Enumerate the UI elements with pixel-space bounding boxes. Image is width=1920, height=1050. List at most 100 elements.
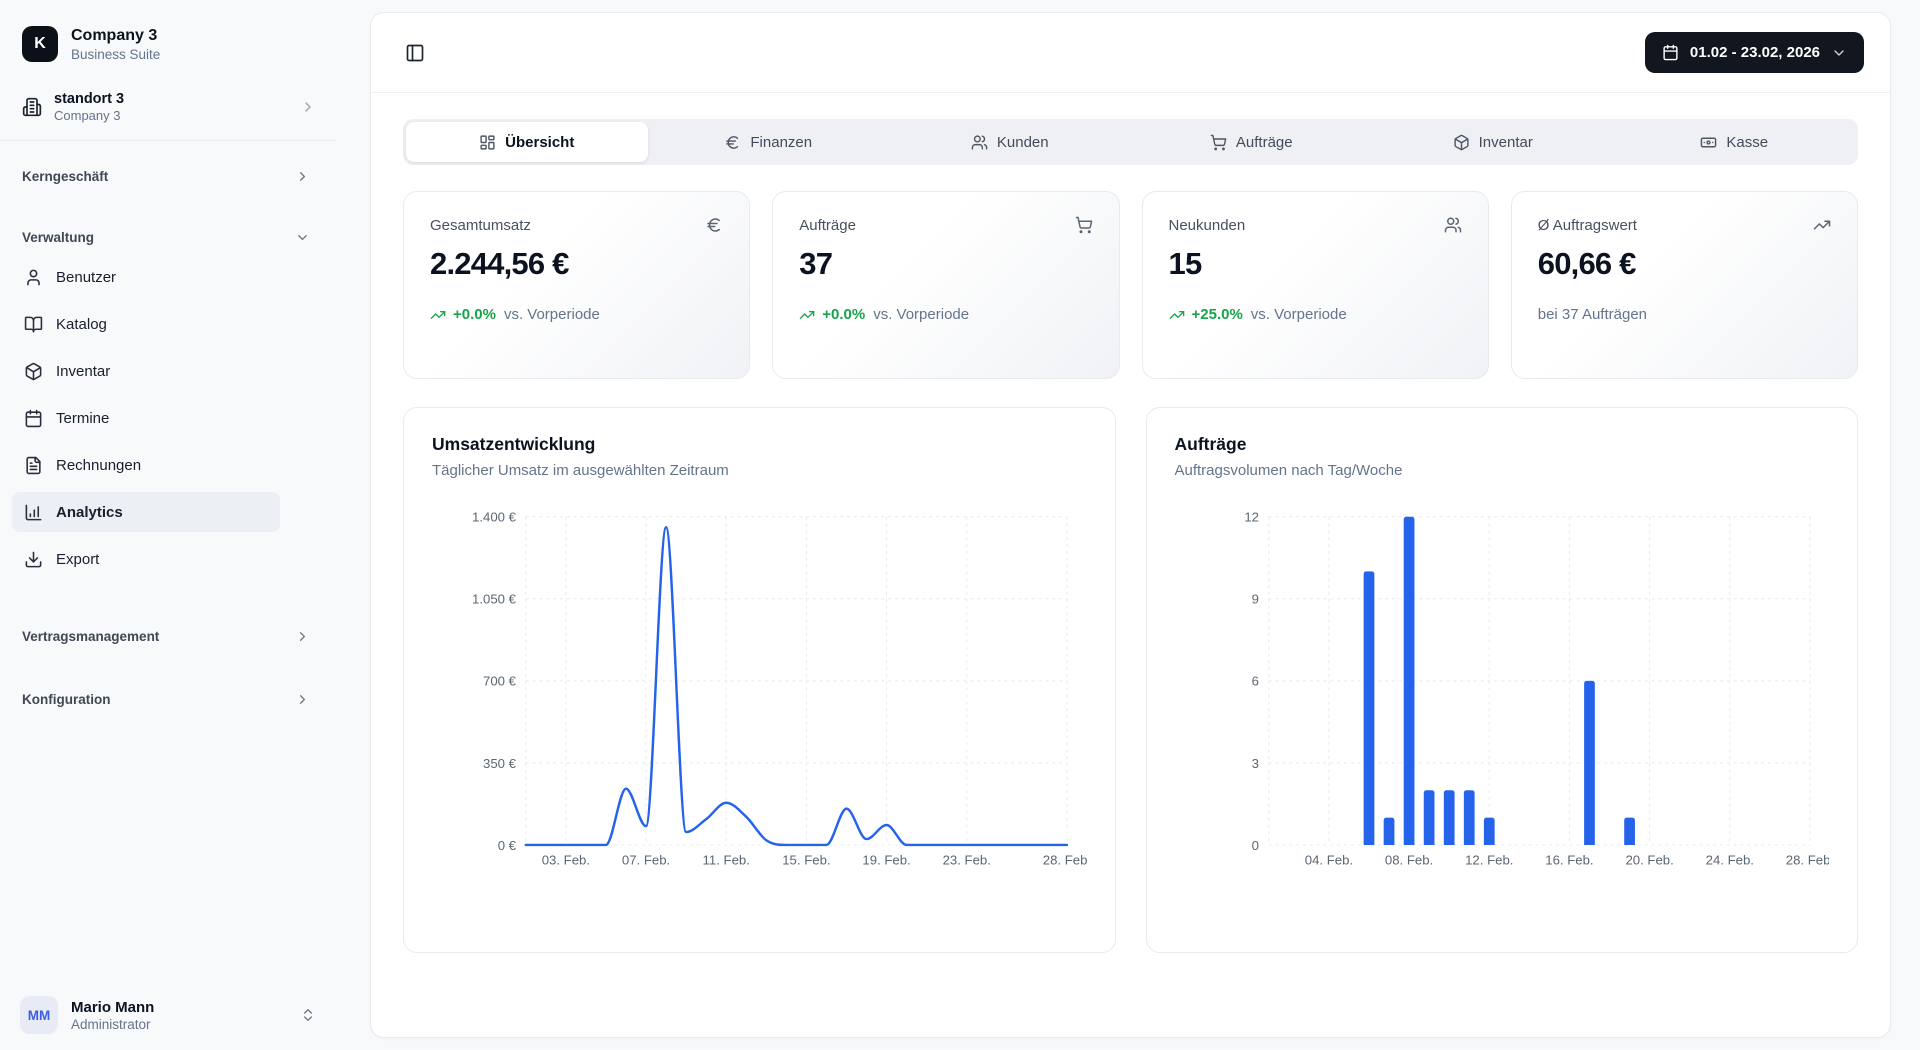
bar	[1403, 517, 1414, 845]
svg-text:3: 3	[1251, 756, 1258, 771]
sidebar-item-katalog[interactable]: Katalog	[12, 304, 280, 344]
svg-text:28. Feb.: 28. Feb.	[1043, 852, 1087, 867]
dashboard-grid-icon	[479, 134, 496, 151]
kpi-value: 37	[799, 246, 1092, 282]
bar	[1363, 571, 1374, 845]
svg-text:0 €: 0 €	[498, 838, 517, 853]
sidebar-item-termine[interactable]: Termine	[12, 398, 280, 438]
kpi-card-neukunden: Neukunden 15 +25.0% vs. Vorperiode	[1142, 191, 1489, 379]
topbar: 01.02 - 23.02, 2026	[371, 13, 1890, 93]
kpi-delta: +0.0%	[430, 306, 496, 323]
sidebar-group-konfiguration[interactable]: Konfiguration	[22, 692, 310, 707]
euro-icon	[724, 134, 741, 151]
sidebar-item-analytics[interactable]: Analytics	[12, 492, 280, 532]
chart-subtitle: Auftragsvolumen nach Tag/Woche	[1175, 462, 1830, 479]
group-label: Verwaltung	[22, 230, 94, 245]
kpi-delta: +25.0%	[1169, 306, 1243, 323]
kpi-delta-note: vs. Vorperiode	[873, 306, 969, 323]
building-icon	[22, 97, 42, 117]
svg-text:1.400 €: 1.400 €	[472, 510, 517, 525]
group-label: Konfiguration	[22, 692, 110, 707]
svg-text:6: 6	[1251, 674, 1258, 689]
sidebar-item-benutzer[interactable]: Benutzer	[12, 257, 280, 297]
tab-uebersicht[interactable]: Übersicht	[406, 122, 648, 162]
panel-left-icon	[405, 43, 425, 63]
svg-text:11. Feb.: 11. Feb.	[703, 852, 750, 867]
tab-finanzen[interactable]: Finanzen	[648, 122, 890, 162]
location-switcher[interactable]: standort 3 Company 3	[22, 84, 316, 130]
tab-label: Aufträge	[1236, 134, 1293, 151]
svg-text:07. Feb.: 07. Feb.	[622, 852, 670, 867]
sidebar-nav: Benutzer Katalog Inventar Termine Rechnu…	[12, 257, 280, 579]
svg-text:350 €: 350 €	[483, 756, 517, 771]
tab-auftraege[interactable]: Aufträge	[1131, 122, 1373, 162]
user-icon	[24, 268, 43, 287]
nav-label: Rechnungen	[56, 457, 141, 474]
tab-bar: Übersicht Finanzen Kunden Aufträge	[403, 119, 1858, 165]
nav-label: Termine	[56, 410, 109, 427]
tab-label: Finanzen	[750, 134, 812, 151]
group-label: Vertragsmanagement	[22, 629, 159, 644]
sidebar-item-export[interactable]: Export	[12, 539, 280, 579]
orders-bar-chart: 03691204. Feb.08. Feb.12. Feb.16. Feb.20…	[1175, 505, 1830, 868]
brand[interactable]: K Company 3 Business Suite	[0, 0, 336, 70]
chevrons-up-down-icon	[300, 1007, 316, 1023]
sidebar-item-rechnungen[interactable]: Rechnungen	[12, 445, 280, 485]
chart-title: Umsatzentwicklung	[432, 434, 1087, 455]
chevron-down-icon	[295, 230, 310, 245]
company-logo: K	[22, 26, 58, 62]
svg-text:12. Feb.: 12. Feb.	[1465, 852, 1513, 867]
users-icon	[971, 134, 988, 151]
sidebar-toggle-button[interactable]	[397, 35, 433, 71]
sidebar-divider	[0, 140, 336, 141]
bar	[1383, 818, 1394, 845]
user-menu[interactable]: MM Mario Mann Administrator	[20, 996, 316, 1034]
trending-up-icon	[1813, 216, 1831, 234]
bar	[1463, 790, 1474, 845]
sidebar-group-vertragsmanagement[interactable]: Vertragsmanagement	[22, 629, 310, 644]
bar	[1624, 818, 1635, 845]
group-label: Kerngeschäft	[22, 169, 108, 184]
sidebar-group-kerngeschaeft[interactable]: Kerngeschäft	[22, 169, 310, 184]
chart-column-icon	[24, 503, 43, 522]
sidebar: K Company 3 Business Suite standort 3 Co…	[0, 0, 336, 1050]
users-icon	[1444, 216, 1462, 234]
calendar-icon	[1662, 44, 1679, 61]
tab-kunden[interactable]: Kunden	[889, 122, 1131, 162]
suite-label: Business Suite	[71, 47, 160, 62]
chevron-right-icon	[300, 99, 316, 115]
sidebar-item-inventar[interactable]: Inventar	[12, 351, 280, 391]
sidebar-group-verwaltung[interactable]: Verwaltung	[22, 230, 310, 245]
kpi-value: 15	[1169, 246, 1462, 282]
nav-label: Export	[56, 551, 99, 568]
kpi-label: Gesamtumsatz	[430, 217, 531, 234]
kpi-note: bei 37 Aufträgen	[1538, 306, 1647, 323]
svg-text:12: 12	[1244, 510, 1259, 525]
kpi-label: Neukunden	[1169, 217, 1246, 234]
chevron-right-icon	[295, 692, 310, 707]
file-text-icon	[24, 456, 43, 475]
svg-text:700 €: 700 €	[483, 674, 517, 689]
svg-text:24. Feb.: 24. Feb.	[1705, 852, 1753, 867]
svg-text:28. Feb.: 28. Feb.	[1785, 852, 1829, 867]
kpi-card-auftragswert: Ø Auftragswert 60,66 € bei 37 Aufträgen	[1511, 191, 1858, 379]
kpi-label: Ø Auftragswert	[1538, 217, 1637, 234]
svg-text:15. Feb.: 15. Feb.	[782, 852, 830, 867]
date-range-picker[interactable]: 01.02 - 23.02, 2026	[1645, 32, 1864, 73]
location-name: standort 3	[54, 91, 124, 107]
svg-text:23. Feb.: 23. Feb.	[943, 852, 991, 867]
svg-text:9: 9	[1251, 592, 1258, 607]
download-icon	[24, 550, 43, 569]
dashboard-content: Übersicht Finanzen Kunden Aufträge	[371, 93, 1890, 953]
tab-label: Inventar	[1479, 134, 1533, 151]
euro-icon	[705, 216, 723, 234]
tab-kasse[interactable]: Kasse	[1614, 122, 1856, 162]
chevron-down-icon	[1831, 45, 1847, 61]
tab-inventar[interactable]: Inventar	[1372, 122, 1614, 162]
svg-text:0: 0	[1251, 838, 1258, 853]
svg-text:08. Feb.: 08. Feb.	[1384, 852, 1432, 867]
tab-label: Kunden	[997, 134, 1049, 151]
kpi-card-gesamtumsatz: Gesamtumsatz 2.244,56 € +0.0% vs. Vorper…	[403, 191, 750, 379]
package-icon	[24, 362, 43, 381]
nav-label: Katalog	[56, 316, 107, 333]
